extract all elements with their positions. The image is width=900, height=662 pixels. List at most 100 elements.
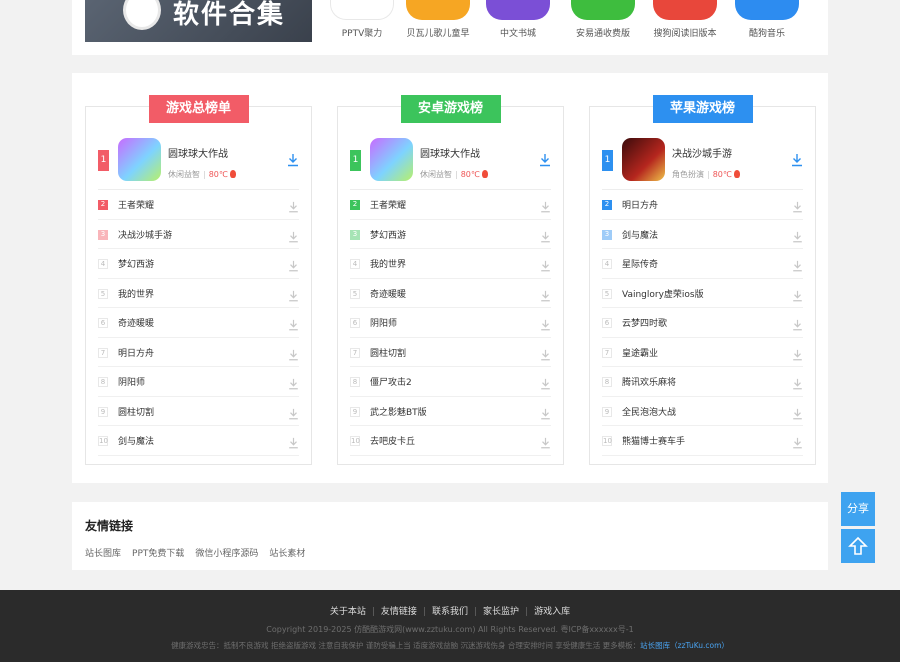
download-button[interactable]	[792, 375, 803, 390]
download-button[interactable]	[791, 152, 803, 167]
download-button[interactable]	[792, 257, 803, 272]
download-button[interactable]	[288, 434, 299, 449]
download-button[interactable]	[540, 375, 551, 390]
download-button[interactable]	[539, 152, 551, 167]
list-item[interactable]: 6 阴阳师	[350, 308, 551, 338]
download-button[interactable]	[540, 228, 551, 242]
list-item[interactable]: 10 剑与魔法	[98, 426, 299, 456]
ranking-list: 2 王者荣耀 3 梦幻西游 4 我的世界 5 奇迹暖暖 6 阴阳师 7 圆柱切割 8 僵尸攻击2 9 武之影魅…	[350, 190, 551, 456]
game-name: 星际传奇	[622, 260, 659, 270]
footer-nav-link[interactable]: 关于本站	[330, 607, 366, 617]
list-item[interactable]: 6 奇迹暖暖	[98, 308, 299, 338]
friend-link[interactable]: 微信小程序源码	[195, 549, 258, 559]
game-name: 我的世界	[370, 260, 407, 270]
footer-nav-link[interactable]: 友情链接	[381, 607, 417, 617]
download-button[interactable]	[792, 198, 803, 213]
ranking-board: 安卓游戏榜 1 圆球球大作战 休闲益智 | 80℃ 2 王者荣耀 3 梦幻西游 4 我的世界 5 奇迹暖暖…	[337, 95, 564, 465]
list-item[interactable]: 3 剑与魔法	[602, 220, 803, 249]
download-button[interactable]	[540, 405, 551, 419]
software-collection-banner[interactable]: 软件合集	[85, 0, 312, 42]
footer-nav-link[interactable]: 游戏入库	[534, 607, 570, 617]
list-item[interactable]: 9 全民泡泡大战	[602, 397, 803, 426]
list-item[interactable]: 10 去吧皮卡丘	[350, 426, 551, 456]
list-item[interactable]: 2 王者荣耀	[350, 190, 551, 220]
share-button[interactable]: 分享	[841, 492, 875, 526]
app-item[interactable]: PPTV聚力	[322, 0, 402, 39]
top-ranked-game[interactable]: 1 圆球球大作战 休闲益智 | 80℃	[350, 137, 551, 190]
download-button[interactable]	[792, 228, 803, 242]
app-item[interactable]: 搜狗阅读旧版本	[645, 0, 725, 39]
list-item[interactable]: 8 腾讯欢乐麻将	[602, 367, 803, 397]
app-icon	[486, 0, 550, 20]
list-item[interactable]: 9 武之影魅BT版	[350, 397, 551, 426]
list-item[interactable]: 5 Vainglory虚荣ios版	[602, 279, 803, 308]
app-item[interactable]: 贝瓦儿歌儿童早	[398, 0, 478, 39]
download-button[interactable]	[792, 316, 803, 331]
download-button[interactable]	[288, 405, 299, 419]
game-name: 武之影魅BT版	[370, 407, 427, 418]
list-item[interactable]: 5 奇迹暖暖	[350, 279, 551, 308]
download-button[interactable]	[288, 287, 299, 301]
download-button[interactable]	[540, 316, 551, 331]
download-icon	[793, 319, 802, 331]
download-button[interactable]	[792, 287, 803, 301]
game-name: 王者荣耀	[118, 201, 155, 211]
list-item[interactable]: 7 皇途霸业	[602, 338, 803, 367]
download-button[interactable]	[288, 375, 299, 390]
download-button[interactable]	[287, 152, 299, 167]
download-button[interactable]	[288, 316, 299, 331]
app-item[interactable]: 酷狗音乐	[727, 0, 807, 39]
back-to-top-button[interactable]	[841, 529, 875, 563]
rank-number: 6	[350, 318, 360, 328]
list-item[interactable]: 2 明日方舟	[602, 190, 803, 220]
list-item[interactable]: 3 梦幻西游	[350, 220, 551, 249]
download-icon	[793, 290, 802, 301]
rank-number: 4	[602, 259, 612, 269]
footer-nav-link[interactable]: 家长监护	[483, 607, 519, 617]
ranking-title[interactable]: 游戏总榜单	[148, 95, 249, 123]
download-icon	[793, 231, 802, 242]
download-button[interactable]	[540, 434, 551, 449]
friend-link[interactable]: 站长素材	[269, 549, 305, 559]
download-button[interactable]	[540, 346, 551, 360]
download-button[interactable]	[288, 228, 299, 242]
nav-separator: |	[371, 607, 375, 617]
list-item[interactable]: 5 我的世界	[98, 279, 299, 308]
app-item[interactable]: 安易通收费版	[563, 0, 643, 39]
list-item[interactable]: 7 圆柱切割	[350, 338, 551, 367]
list-item[interactable]: 2 王者荣耀	[98, 190, 299, 220]
download-button[interactable]	[540, 257, 551, 272]
ranking-title[interactable]: 苹果游戏榜	[652, 95, 753, 123]
top-ranked-game[interactable]: 1 圆球球大作战 休闲益智 | 80℃	[98, 137, 299, 190]
download-button[interactable]	[540, 287, 551, 301]
footer-nav-link[interactable]: 联系我们	[432, 607, 468, 617]
download-icon	[541, 349, 550, 360]
list-item[interactable]: 3 决战沙城手游	[98, 220, 299, 249]
list-item[interactable]: 4 我的世界	[350, 249, 551, 279]
top-ranked-game[interactable]: 1 决战沙城手游 角色扮演 | 80℃	[602, 137, 803, 190]
game-name: 阴阳师	[370, 319, 398, 329]
list-item[interactable]: 10 熊猫博士赛车手	[602, 426, 803, 456]
template-link[interactable]: 站长图库（zzTuKu.com）	[640, 641, 729, 650]
list-item[interactable]: 9 圆柱切割	[98, 397, 299, 426]
list-item[interactable]: 6 云梦四时歌	[602, 308, 803, 338]
list-item[interactable]: 4 星际传奇	[602, 249, 803, 279]
list-item[interactable]: 8 阴阳师	[98, 367, 299, 397]
download-button[interactable]	[792, 434, 803, 449]
download-button[interactable]	[288, 257, 299, 272]
app-item[interactable]: 中文书城	[478, 0, 558, 39]
list-item[interactable]: 4 梦幻西游	[98, 249, 299, 279]
download-button[interactable]	[288, 198, 299, 213]
download-button[interactable]	[792, 405, 803, 419]
game-name: 奇迹暖暖	[118, 319, 155, 329]
download-button[interactable]	[288, 346, 299, 360]
ranking-title[interactable]: 安卓游戏榜	[400, 95, 501, 123]
rank-number: 8	[350, 377, 360, 387]
download-button[interactable]	[540, 198, 551, 213]
list-item[interactable]: 8 僵尸攻击2	[350, 367, 551, 397]
game-name: 熊猫博士赛车手	[622, 437, 686, 447]
download-button[interactable]	[792, 346, 803, 360]
friend-link[interactable]: 站长图库	[85, 549, 121, 559]
friend-link[interactable]: PPT免费下载	[132, 549, 184, 559]
list-item[interactable]: 7 明日方舟	[98, 338, 299, 367]
